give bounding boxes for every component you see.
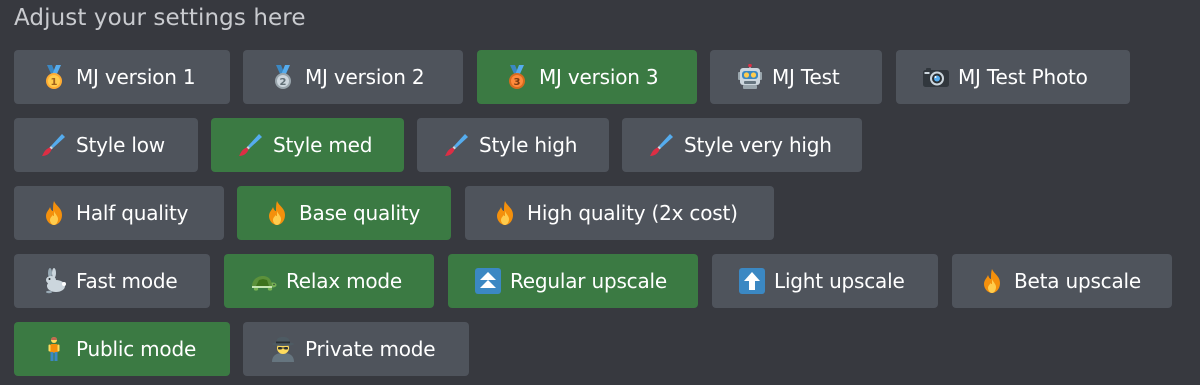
first-place-medal-icon: 1 [41,64,67,90]
mj-version-1-label: MJ version 1 [76,65,196,89]
public-mode-button[interactable]: Public mode [14,322,230,376]
second-place-medal-icon: 2 [270,64,296,90]
camera-icon [923,64,949,90]
svg-text:3: 3 [514,77,521,88]
half-quality-label: Half quality [76,201,189,225]
mj-test-label: MJ Test [772,65,840,89]
public-mode-label: Public mode [76,337,197,361]
paintbrush-icon [444,132,470,158]
beta-upscale-button[interactable]: Beta upscale [952,254,1172,308]
settings-header: Adjust your settings here [14,5,306,31]
half-quality-button[interactable]: Half quality [14,186,224,240]
private-mode-label: Private mode [305,337,436,361]
regular-upscale-button[interactable]: Regular upscale [448,254,698,308]
style-low-label: Style low [76,133,165,157]
high-quality-button[interactable]: High quality (2x cost) [465,186,774,240]
beta-upscale-label: Beta upscale [1014,269,1141,293]
base-quality-button[interactable]: Base quality [237,186,451,240]
regular-upscale-label: Regular upscale [510,269,667,293]
private-mode-button[interactable]: Private mode [243,322,469,376]
robot-icon [737,64,763,90]
mj-test-button[interactable]: MJ Test [710,50,882,104]
style-low-button[interactable]: Style low [14,118,198,172]
style-med-button[interactable]: Style med [211,118,404,172]
detective-icon [270,336,296,362]
high-quality-label: High quality (2x cost) [527,201,738,225]
mj-test-photo-button[interactable]: MJ Test Photo [896,50,1130,104]
mj-version-1-button[interactable]: 1 MJ version 1 [14,50,230,104]
paintbrush-icon [41,132,67,158]
base-quality-label: Base quality [299,201,421,225]
svg-text:1: 1 [51,77,58,88]
relax-mode-label: Relax mode [286,269,403,293]
relax-mode-button[interactable]: Relax mode [224,254,434,308]
mj-version-3-button[interactable]: 3 MJ version 3 [477,50,697,104]
style-very-high-button[interactable]: Style very high [622,118,862,172]
style-high-button[interactable]: Style high [417,118,609,172]
svg-text:2: 2 [280,77,287,88]
style-high-label: Style high [479,133,578,157]
fast-mode-label: Fast mode [76,269,178,293]
third-place-medal-icon: 3 [504,64,530,90]
fire-icon [41,200,67,226]
fast-mode-button[interactable]: Fast mode [14,254,210,308]
fire-icon [979,268,1005,294]
turtle-icon [251,268,277,294]
style-med-label: Style med [273,133,373,157]
rabbit-icon [41,268,67,294]
paintbrush-icon [649,132,675,158]
person-standing-icon [41,336,67,362]
up-arrow-icon [739,268,765,294]
style-very-high-label: Style very high [684,133,832,157]
mj-version-3-label: MJ version 3 [539,65,659,89]
light-upscale-label: Light upscale [774,269,905,293]
mj-version-2-label: MJ version 2 [305,65,425,89]
double-up-arrow-icon [475,268,501,294]
light-upscale-button[interactable]: Light upscale [712,254,938,308]
paintbrush-icon [238,132,264,158]
mj-test-photo-label: MJ Test Photo [958,65,1088,89]
mj-version-2-button[interactable]: 2 MJ version 2 [243,50,463,104]
fire-icon [492,200,518,226]
fire-icon [264,200,290,226]
